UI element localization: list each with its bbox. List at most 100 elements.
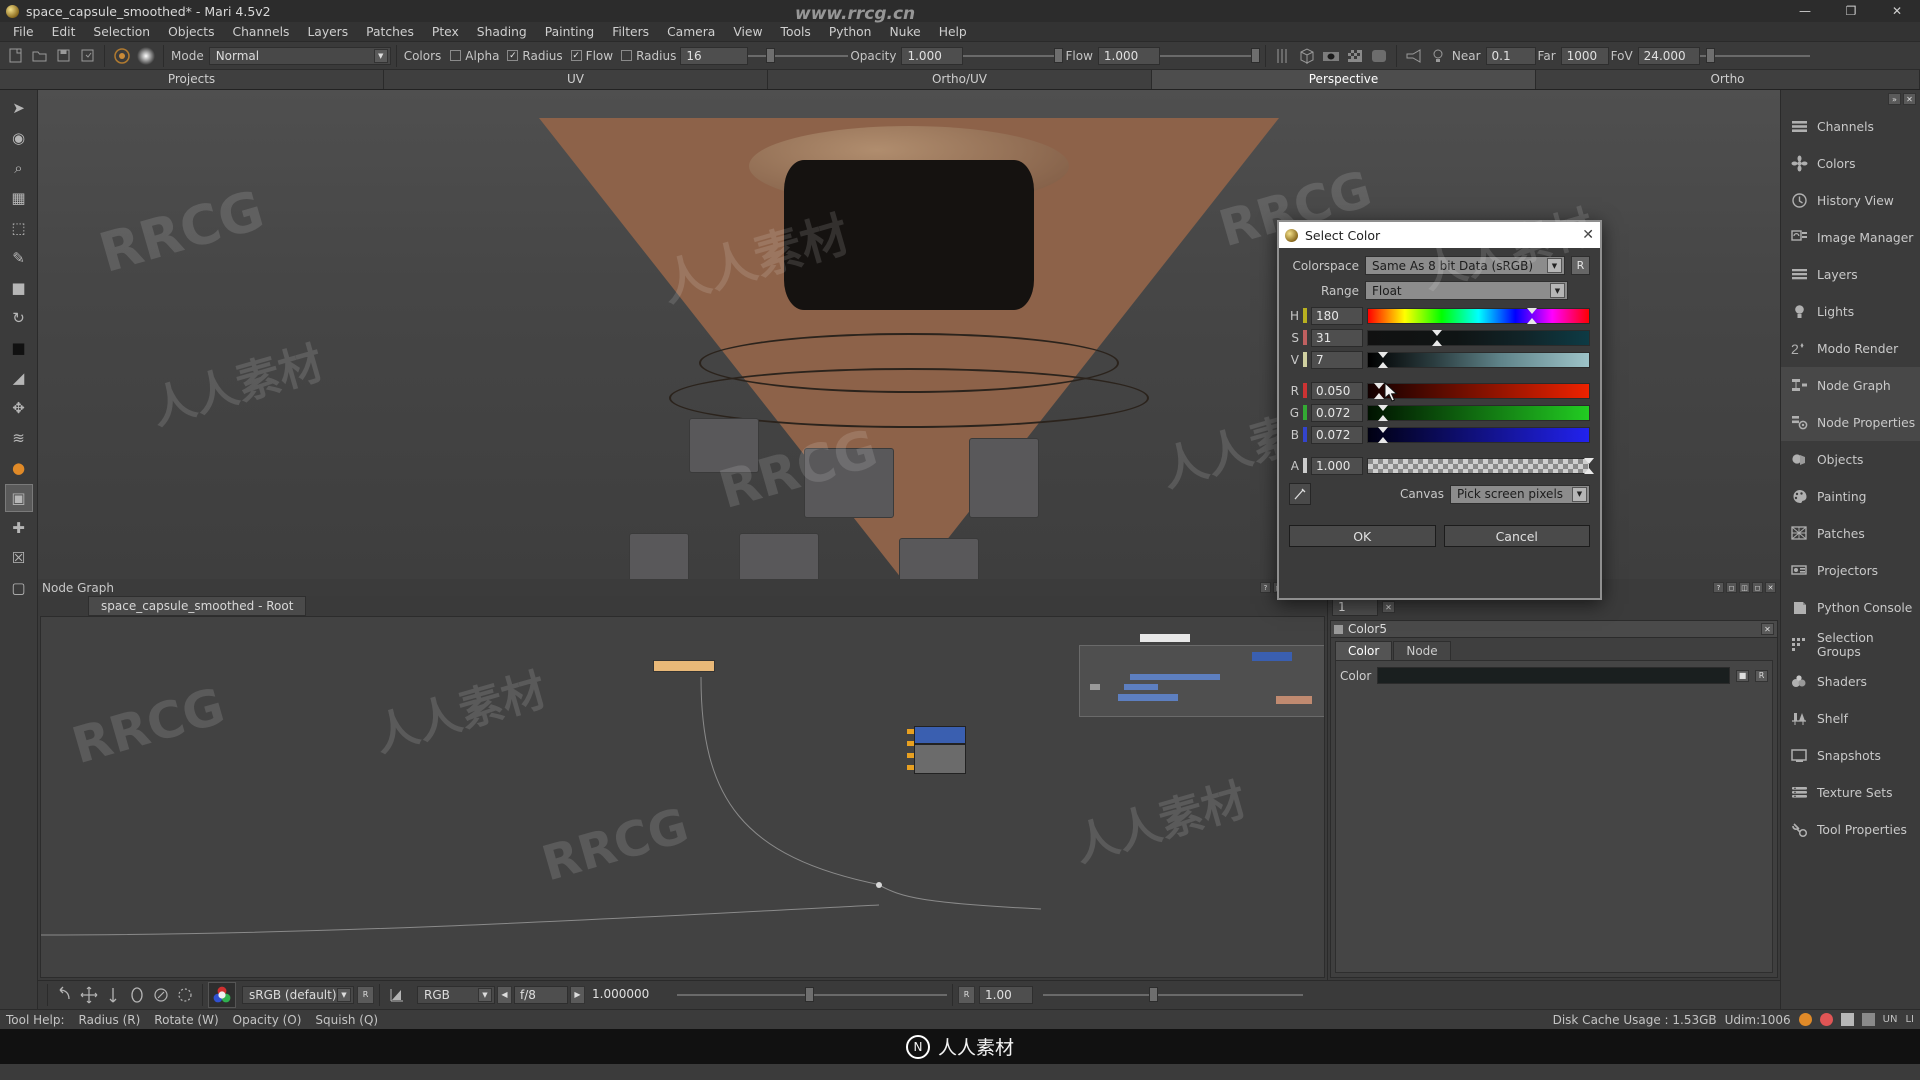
right-panel-item-patches[interactable]: Patches: [1781, 515, 1920, 552]
radius2-checkbox[interactable]: Radius: [621, 49, 676, 63]
mask-tool[interactable]: ☒: [5, 544, 33, 572]
np-split-button[interactable]: ◫: [1739, 582, 1750, 594]
color-slider-handle-bottom[interactable]: [1378, 414, 1389, 421]
right-panel-item-projectors[interactable]: Projectors: [1781, 552, 1920, 589]
new-project-icon[interactable]: [3, 44, 27, 68]
menu-item-file[interactable]: File: [4, 23, 43, 41]
color-slider-value-s[interactable]: 31: [1311, 328, 1363, 347]
right-panel-item-image-manager[interactable]: Image Manager: [1781, 219, 1920, 256]
canvas-combo[interactable]: Pick screen pixels ▼: [1450, 484, 1590, 504]
color-slider-handle-bottom[interactable]: [1378, 361, 1389, 368]
cancel-button[interactable]: Cancel: [1443, 525, 1590, 547]
right-panel-item-shelf[interactable]: Shelf: [1781, 700, 1920, 737]
menu-item-python[interactable]: Python: [820, 23, 881, 41]
color-slider-s[interactable]: S 31: [1289, 328, 1590, 347]
view-tab-ortho-uv[interactable]: Ortho/UV: [768, 70, 1152, 89]
open-project-icon[interactable]: [27, 44, 51, 68]
radius-input[interactable]: 16: [680, 46, 749, 65]
alpha-checkbox-box[interactable]: [450, 50, 462, 61]
move-tool[interactable]: ✚: [5, 514, 33, 542]
menu-item-channels[interactable]: Channels: [224, 23, 299, 41]
color-slider-bar-h[interactable]: [1367, 307, 1590, 324]
select-arrow-tool[interactable]: ➤: [5, 94, 33, 122]
color-slider-handle-top[interactable]: [1584, 457, 1594, 464]
right-panel-item-python-console[interactable]: Python Console: [1781, 589, 1920, 626]
right-panel-item-layers[interactable]: Layers: [1781, 256, 1920, 293]
menu-item-filters[interactable]: Filters: [603, 23, 658, 41]
fov-slider-knob[interactable]: [1705, 48, 1715, 63]
right-panel-item-selection-groups[interactable]: Selection Groups: [1781, 626, 1920, 663]
color-slider-bar-b[interactable]: [1367, 426, 1590, 443]
color-slider-bar-g[interactable]: [1367, 404, 1590, 421]
color-slider-value-r[interactable]: 0.050: [1311, 381, 1363, 400]
right-panel-item-colors[interactable]: Colors: [1781, 145, 1920, 182]
eyedropper-icon[interactable]: [1289, 483, 1311, 505]
menu-item-edit[interactable]: Edit: [43, 23, 85, 41]
stop-input[interactable]: f/8: [514, 985, 568, 1004]
radius-slider-knob[interactable]: [766, 48, 776, 63]
colorspace-combo[interactable]: sRGB (default) ▼: [242, 985, 354, 1004]
pan-zoom-tool[interactable]: ⌕: [5, 154, 33, 182]
flow-checkbox-box[interactable]: ✓: [570, 50, 582, 61]
fov-slider[interactable]: [1699, 47, 1810, 65]
exposure-slider[interactable]: [677, 986, 947, 1004]
menu-item-painting[interactable]: Painting: [536, 23, 603, 41]
right-panel-item-shaders[interactable]: Shaders: [1781, 663, 1920, 700]
color-slider-handle-bottom[interactable]: [1374, 392, 1385, 399]
alpha-checkbox[interactable]: Alpha: [450, 49, 499, 63]
checker-icon[interactable]: [1343, 44, 1367, 68]
status-un-icon[interactable]: UN: [1883, 1014, 1898, 1025]
color-slider-v[interactable]: V7: [1289, 350, 1590, 369]
maximize-button[interactable]: ❐: [1828, 0, 1874, 22]
zoom-input[interactable]: 1.00: [979, 985, 1033, 1004]
color-slider-bar-s[interactable]: [1367, 329, 1590, 346]
opacity-slider[interactable]: [963, 47, 1064, 65]
exposure-value[interactable]: 1.000000: [587, 986, 667, 1004]
dialog-colorspace-combo[interactable]: Same As 8 bit Data (sRGB) ▼: [1365, 256, 1565, 275]
np-help-button[interactable]: ?: [1713, 582, 1724, 594]
ok-button[interactable]: OK: [1289, 525, 1436, 547]
menu-item-tools[interactable]: Tools: [772, 23, 820, 41]
gamma-curve-icon[interactable]: [385, 983, 409, 1007]
color-dialog-close-icon[interactable]: ✕: [1582, 227, 1594, 243]
flow-slider[interactable]: [1159, 47, 1260, 65]
fov-input[interactable]: 24.000: [1637, 46, 1700, 65]
colorspace-reset-btn[interactable]: R: [1571, 256, 1590, 275]
color-property-swatch[interactable]: [1377, 667, 1730, 685]
right-panel-item-texture-sets[interactable]: Texture Sets: [1781, 774, 1920, 811]
status-gray2-icon[interactable]: [1861, 1013, 1875, 1026]
color-node-close-icon[interactable]: ✕: [1761, 623, 1774, 636]
right-panel-item-channels[interactable]: Channels: [1781, 108, 1920, 145]
np-close-button[interactable]: ✕: [1765, 582, 1776, 594]
view-tab-projects[interactable]: Projects: [0, 70, 384, 89]
color-slider-value-h[interactable]: 180: [1311, 306, 1363, 325]
view-tab-perspective[interactable]: Perspective: [1152, 70, 1536, 89]
circle-dots-icon[interactable]: [173, 983, 197, 1007]
radius-checkbox[interactable]: ✓ Radius: [507, 49, 563, 63]
menu-item-objects[interactable]: Objects: [159, 23, 223, 41]
color-slider-bar-r[interactable]: [1367, 382, 1590, 399]
orange-dot-tool[interactable]: ●: [5, 454, 33, 482]
color-slider-handle-top[interactable]: [1378, 351, 1389, 358]
color-slider-handle-bottom[interactable]: [1584, 467, 1594, 474]
color-slider-handle-bottom[interactable]: [1526, 317, 1537, 324]
node-port-4[interactable]: [907, 765, 914, 771]
save-project-icon[interactable]: [51, 44, 75, 68]
radius-slider[interactable]: [748, 47, 849, 65]
status-gray-icon[interactable]: [1840, 1013, 1854, 1026]
radius-checkbox-box[interactable]: ✓: [507, 50, 519, 61]
save-as-icon[interactable]: [75, 44, 99, 68]
node-graph-minimap[interactable]: [1079, 634, 1324, 718]
close-panel-icon[interactable]: ✕: [1903, 93, 1916, 105]
color-slider-value-v[interactable]: 7: [1311, 350, 1363, 369]
flow-checkbox[interactable]: ✓ Flow: [570, 49, 613, 63]
zoom-slider-knob[interactable]: [1149, 987, 1158, 1003]
node-tangent-yellow[interactable]: [653, 660, 715, 673]
color-slider-value-a[interactable]: 1.000: [1311, 456, 1363, 475]
node-index-input[interactable]: 1: [1332, 598, 1378, 617]
radius2-checkbox-box[interactable]: [621, 50, 633, 61]
down-arrow-icon[interactable]: [101, 983, 125, 1007]
node-prop-tab-node[interactable]: Node: [1393, 641, 1451, 661]
projector-icon[interactable]: [1402, 44, 1426, 68]
right-panel-item-painting[interactable]: Painting: [1781, 478, 1920, 515]
